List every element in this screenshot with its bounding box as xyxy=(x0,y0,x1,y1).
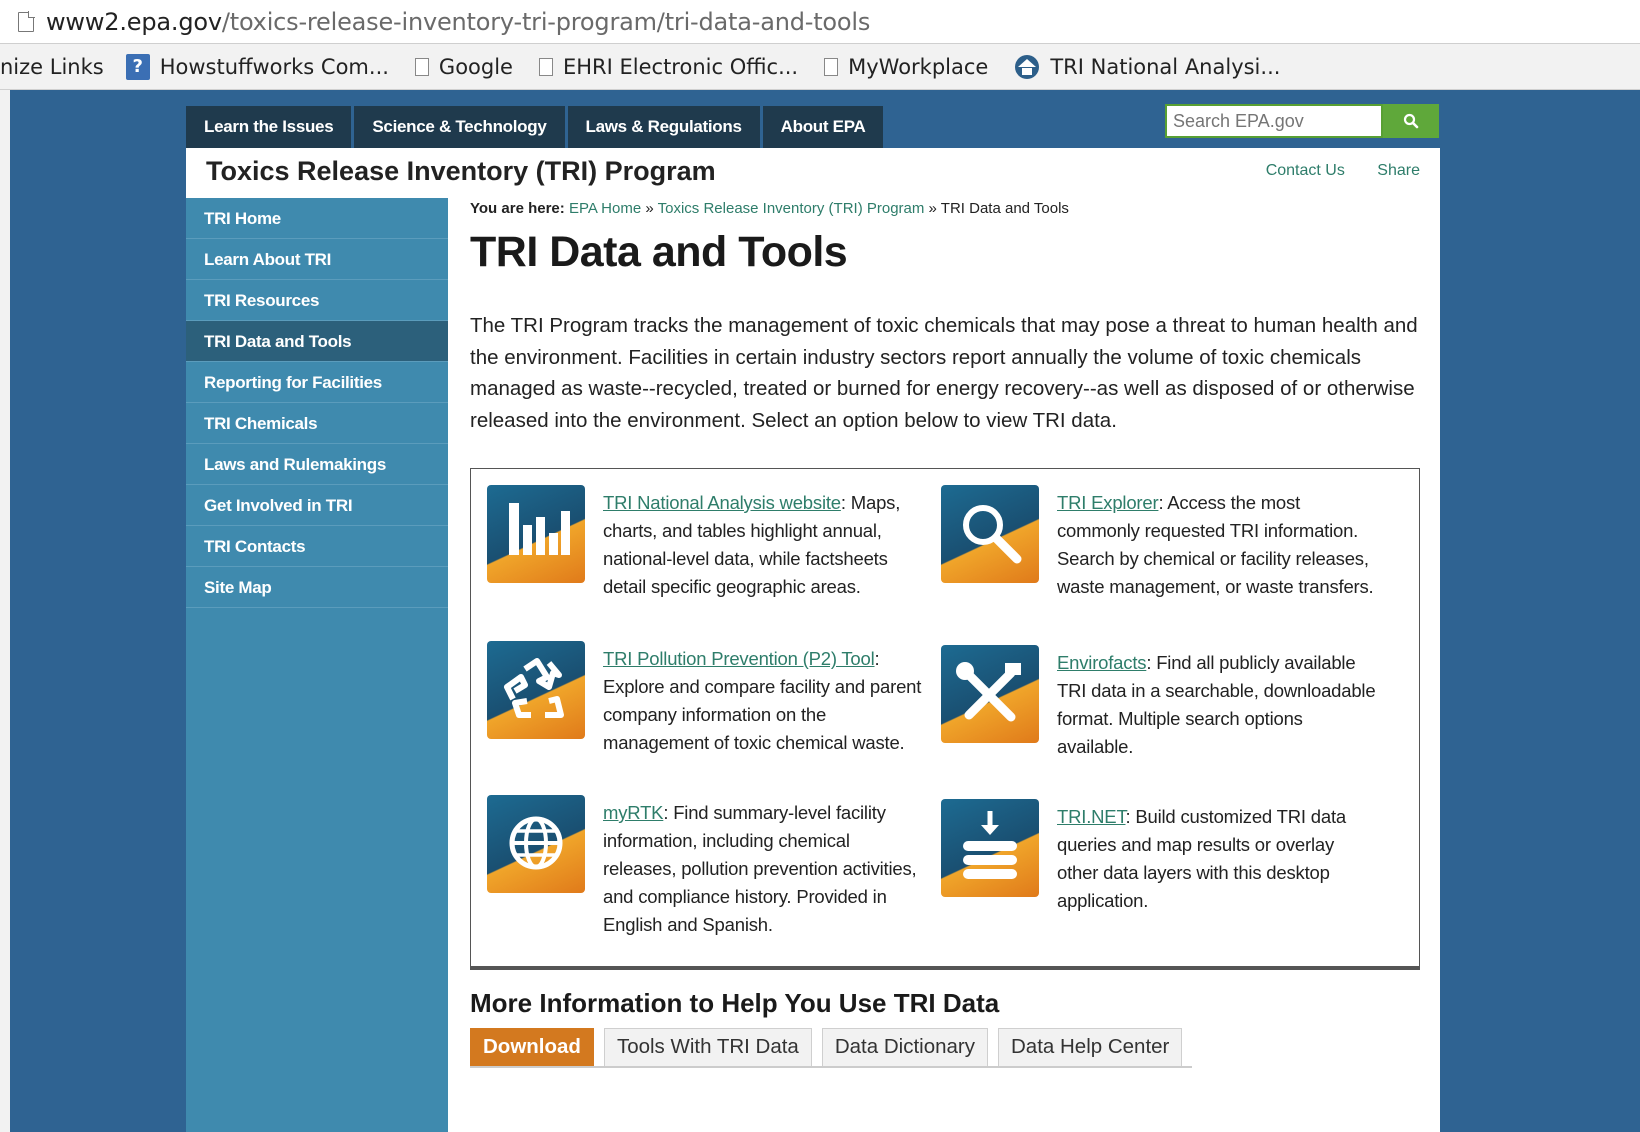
tool-link-envirofacts[interactable]: Envirofacts xyxy=(1057,652,1147,673)
bookmark-links[interactable]: nize Links xyxy=(0,55,104,79)
nav-about-epa[interactable]: About EPA xyxy=(762,106,884,148)
program-title[interactable]: Toxics Release Inventory (TRI) Program xyxy=(206,156,716,187)
howstuffworks-icon: ? xyxy=(125,53,150,80)
more-info-tabs: Download Tools With TRI Data Data Dictio… xyxy=(470,1028,1193,1068)
tri-logo-icon xyxy=(1015,54,1040,79)
header-links: Contact Us Share xyxy=(1238,162,1420,180)
breadcrumb-tri-program[interactable]: Toxics Release Inventory (TRI) Program xyxy=(658,200,925,217)
page-icon xyxy=(824,57,839,76)
page-icon xyxy=(538,57,553,76)
page-icon xyxy=(18,10,35,32)
intro-paragraph: The TRI Program tracks the management of… xyxy=(470,314,1418,432)
contact-us-link[interactable]: Contact Us xyxy=(1266,162,1345,179)
bookmark-howstuffworks[interactable]: ? Howstuffworks Com... xyxy=(125,53,389,80)
breadcrumb-epa-home[interactable]: EPA Home xyxy=(569,200,641,217)
page-icon xyxy=(414,57,429,76)
recycle-icon[interactable] xyxy=(487,641,585,739)
nav-science-technology[interactable]: Science & Technology xyxy=(354,106,565,148)
site-header: Toxics Release Inventory (TRI) Program C… xyxy=(186,148,1440,198)
more-info-heading: More Information to Help You Use TRI Dat… xyxy=(470,988,1000,1018)
search-box xyxy=(1165,104,1439,138)
search-icon xyxy=(1403,113,1419,129)
sidebar-item-laws-and-rulemakings[interactable]: Laws and Rulemakings xyxy=(186,444,448,485)
bookmark-myworkplace[interactable]: MyWorkplace xyxy=(824,55,988,79)
tab-data-help-center[interactable]: Data Help Center xyxy=(997,1028,1183,1066)
sidebar-item-reporting-for-facilities[interactable]: Reporting for Facilities xyxy=(186,362,448,403)
tool-link-p2-tool[interactable]: TRI Pollution Prevention (P2) Tool xyxy=(603,648,875,669)
address-bar[interactable]: www2.epa.gov/toxics-release-inventory-tr… xyxy=(0,0,1640,44)
tool-link-tri-net[interactable]: TRI.NET xyxy=(1057,806,1126,827)
window-left-edge xyxy=(0,90,10,1132)
bookmark-tri-national[interactable]: TRI National Analysi... xyxy=(1014,54,1280,80)
search-input[interactable] xyxy=(1165,104,1383,138)
sidebar-item-site-map[interactable]: Site Map xyxy=(186,567,448,608)
tools-box: TRI National Analysis website: Maps, cha… xyxy=(470,468,1420,970)
breadcrumb: You are here: EPA Home » Toxics Release … xyxy=(470,200,1069,217)
tab-data-dictionary[interactable]: Data Dictionary xyxy=(821,1028,988,1066)
sidebar-item-tri-resources[interactable]: TRI Resources xyxy=(186,280,448,321)
sidebar-item-get-involved[interactable]: Get Involved in TRI xyxy=(186,485,448,526)
page-title: TRI Data and Tools xyxy=(470,228,848,276)
top-nav: Learn the Issues Science & Technology La… xyxy=(186,106,886,148)
bookmarks-bar: nize Links ? Howstuffworks Com... Google… xyxy=(0,44,1640,90)
sidebar: TRI Home Learn About TRI TRI Resources T… xyxy=(186,198,448,1132)
sidebar-item-tri-chemicals[interactable]: TRI Chemicals xyxy=(186,403,448,444)
database-download-icon[interactable] xyxy=(941,799,1039,897)
url-text[interactable]: www2.epa.gov/toxics-release-inventory-tr… xyxy=(46,8,870,36)
share-link[interactable]: Share xyxy=(1377,162,1420,179)
main-content: You are here: EPA Home » Toxics Release … xyxy=(448,198,1440,1132)
tab-download[interactable]: Download xyxy=(470,1028,594,1066)
globe-icon[interactable] xyxy=(487,795,585,893)
bar-chart-icon[interactable] xyxy=(487,485,585,583)
sidebar-item-tri-home[interactable]: TRI Home xyxy=(186,198,448,239)
tab-tools-with-tri-data[interactable]: Tools With TRI Data xyxy=(603,1028,812,1066)
sidebar-item-learn-about-tri[interactable]: Learn About TRI xyxy=(186,239,448,280)
tools-icon[interactable] xyxy=(941,645,1039,743)
tool-link-tri-explorer[interactable]: TRI Explorer xyxy=(1057,492,1159,513)
nav-learn-the-issues[interactable]: Learn the Issues xyxy=(186,106,352,148)
magnifier-icon[interactable] xyxy=(941,485,1039,583)
bookmark-ehri[interactable]: EHRI Electronic Offic... xyxy=(538,55,798,79)
tool-link-myrtk[interactable]: myRTK xyxy=(603,802,664,823)
sidebar-item-tri-data-and-tools[interactable]: TRI Data and Tools xyxy=(186,321,448,362)
tool-link-national-analysis[interactable]: TRI National Analysis website xyxy=(603,492,841,513)
search-button[interactable] xyxy=(1383,104,1439,138)
sidebar-item-tri-contacts[interactable]: TRI Contacts xyxy=(186,526,448,567)
bookmark-google[interactable]: Google xyxy=(414,55,513,79)
breadcrumb-current: TRI Data and Tools xyxy=(940,200,1069,217)
nav-laws-regulations[interactable]: Laws & Regulations xyxy=(567,106,760,148)
